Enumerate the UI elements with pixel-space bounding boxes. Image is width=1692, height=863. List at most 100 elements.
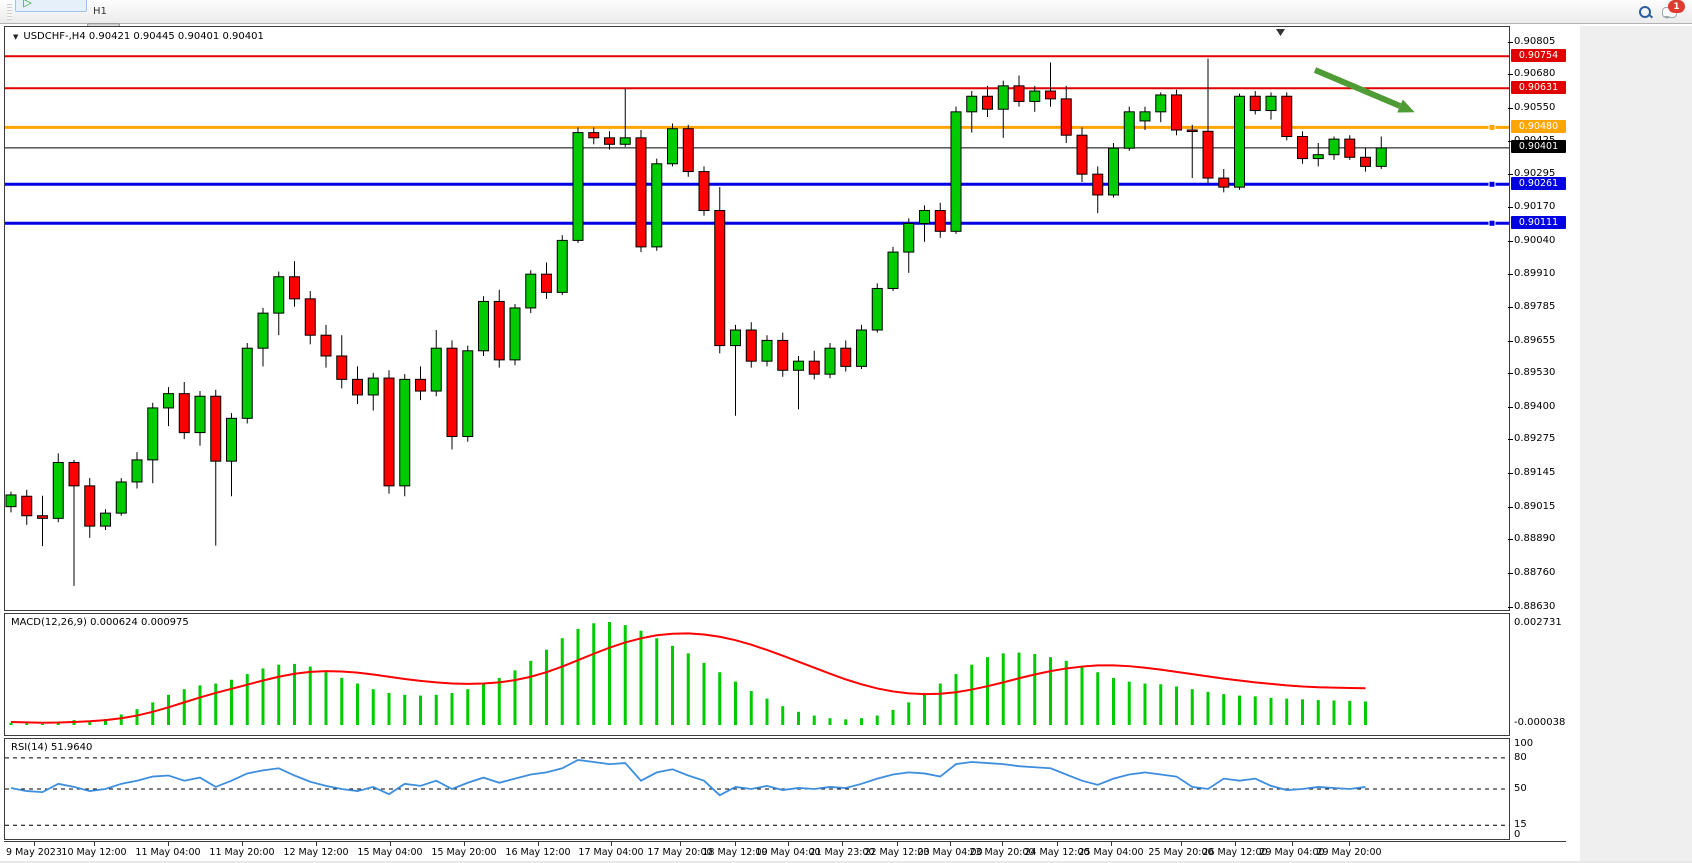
price-axis[interactable]: 0.908050.906800.905500.904250.902950.901… (1510, 26, 1580, 841)
rsi-panel[interactable]: RSI(14) 51.9640 (4, 738, 1510, 840)
price-tick-mark (1508, 607, 1513, 608)
candle-body (983, 96, 993, 109)
candle-body (857, 330, 867, 366)
candle-body (447, 348, 457, 436)
date-tick-mark (464, 842, 465, 846)
candle-body (794, 361, 804, 370)
price-tick: 0.90805 (1514, 36, 1555, 47)
date-tick-mark (538, 842, 539, 846)
date-label: 17 May 04:00 (578, 847, 643, 858)
date-label: 10 May 12:00 (61, 847, 126, 858)
chart-shift-marker[interactable] (1276, 29, 1285, 36)
date-tick-mark (94, 842, 95, 846)
candle-body (416, 379, 426, 391)
candle-body (479, 301, 489, 350)
price-tag-0.90401: 0.90401 (1511, 140, 1566, 153)
price-tick-mark (1508, 108, 1513, 109)
hline-handle[interactable] (1489, 220, 1495, 226)
hline-handle[interactable] (1489, 124, 1495, 130)
candle-body (998, 86, 1008, 109)
date-label: 12 May 12:00 (283, 847, 348, 858)
candle-body (1014, 86, 1024, 102)
candle-body (935, 211, 945, 232)
search-icon[interactable] (1638, 5, 1652, 19)
candle-body (1203, 131, 1213, 178)
candlestick-chart[interactable] (5, 27, 1509, 610)
candle-body (904, 224, 914, 253)
candle-body (1061, 99, 1071, 135)
candle-body (101, 513, 111, 526)
price-tick: 0.90680 (1514, 68, 1555, 79)
price-tick-mark (1508, 307, 1513, 308)
toolbar-grip[interactable] (7, 4, 12, 20)
date-tick-mark (950, 842, 951, 846)
price-tick: 0.89400 (1514, 401, 1555, 412)
macd-label: MACD(12,26,9) 0.000624 0.000975 (11, 617, 189, 628)
candle-body (620, 138, 630, 144)
candle-body (1187, 130, 1197, 132)
date-label: 29 May 04:00 (1259, 847, 1324, 858)
auto-scroll-button[interactable]: ▷ (15, 0, 87, 12)
timeframe-h1[interactable]: H1 (87, 0, 120, 23)
candle-body (668, 129, 678, 164)
price-tag-0.90480: 0.90480 (1511, 120, 1566, 133)
hline-handle[interactable] (1489, 181, 1495, 187)
date-tick-mark (1057, 842, 1058, 846)
date-tick-mark (1181, 842, 1182, 846)
candle-body (1235, 96, 1245, 187)
candle-body (463, 351, 473, 437)
price-tick-mark (1508, 573, 1513, 574)
date-tick-mark (242, 842, 243, 846)
candle-body (164, 394, 174, 408)
chart-title-text: USDCHF-,H4 0.90421 0.90445 0.90401 0.904… (23, 31, 263, 42)
candle-body (888, 252, 898, 288)
date-axis[interactable]: 9 May 202310 May 12:0011 May 04:0011 May… (4, 841, 1566, 862)
main-chart-panel[interactable]: ▼ USDCHF-,H4 0.90421 0.90445 0.90401 0.9… (4, 26, 1510, 611)
candle-body (1361, 157, 1371, 166)
price-tick: 0.90550 (1514, 102, 1555, 113)
price-tick-mark (1508, 373, 1513, 374)
candle-body (337, 356, 347, 379)
price-tick: 0.89015 (1514, 501, 1555, 512)
date-tick-mark (34, 842, 35, 846)
date-tick-mark (1002, 842, 1003, 846)
candle-body (557, 240, 567, 292)
date-label: 26 May 12:00 (1202, 847, 1267, 858)
price-tag-0.90111: 0.90111 (1511, 216, 1566, 229)
candle-body (1156, 95, 1166, 112)
candle-body (38, 516, 48, 519)
macd-panel[interactable]: MACD(12,26,9) 0.000624 0.000975 (4, 613, 1510, 736)
price-tick-mark (1508, 341, 1513, 342)
candle-body (825, 348, 835, 374)
candle-body (1329, 139, 1339, 155)
candle-body (290, 277, 300, 299)
right-gutter (1580, 26, 1692, 863)
date-tick-mark (390, 842, 391, 846)
price-tick-mark (1508, 507, 1513, 508)
date-tick-mark (735, 842, 736, 846)
candle-body (242, 348, 252, 418)
candle-body (731, 330, 741, 346)
candle-body (542, 274, 552, 292)
date-label: 15 May 20:00 (431, 847, 496, 858)
price-tick: 0.89655 (1514, 335, 1555, 346)
date-tick-mark (611, 842, 612, 846)
price-tick-mark (1508, 42, 1513, 43)
candle-body (762, 340, 772, 361)
price-tick: 0.89530 (1514, 367, 1555, 378)
date-label: 16 May 12:00 (505, 847, 570, 858)
dropdown-triangle-icon[interactable]: ▼ (13, 33, 18, 41)
candle-body (148, 408, 158, 460)
candle-body (1030, 91, 1040, 101)
date-label: 29 May 20:00 (1316, 847, 1381, 858)
macd-signal-value: 0.000975 (141, 617, 189, 628)
candle-body (778, 340, 788, 370)
candle-body (636, 138, 646, 247)
price-tick: 0.89275 (1514, 433, 1555, 444)
candle-body (321, 335, 331, 356)
candle-body (353, 379, 363, 395)
rsi-axis-80: 80 (1514, 752, 1527, 763)
candle-body (1124, 112, 1134, 148)
date-tick-mark (1349, 842, 1350, 846)
chat-icon[interactable]: 1 (1662, 5, 1678, 18)
